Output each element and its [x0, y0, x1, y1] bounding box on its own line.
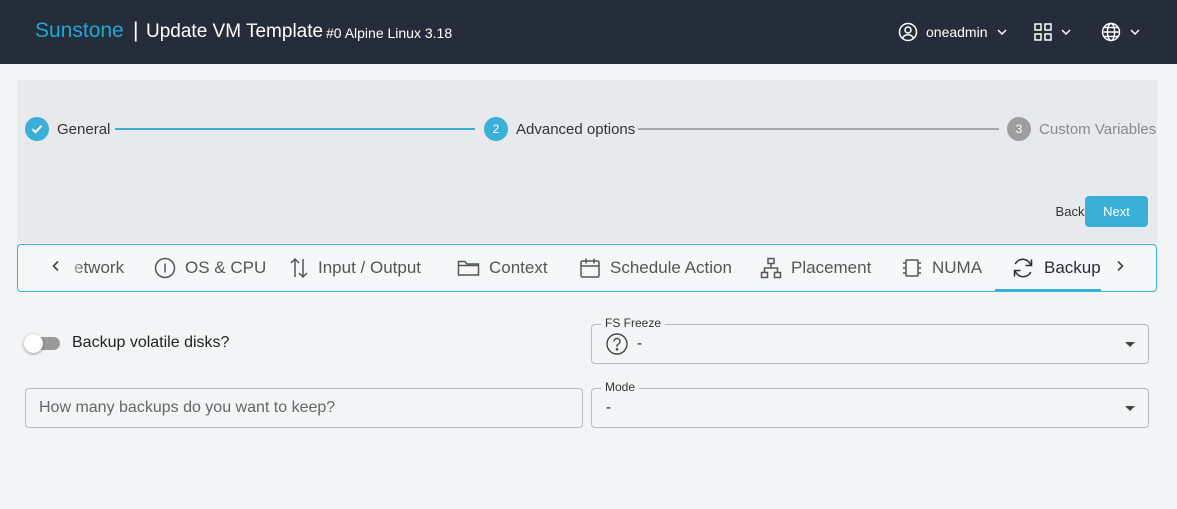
page-subtitle: #0 Alpine Linux 3.18: [326, 25, 453, 41]
tab-schedule-action[interactable]: Schedule Action: [579, 245, 732, 291]
calendar-icon: [579, 257, 601, 279]
step-connector: [638, 128, 999, 130]
tabs-scroll-right-button[interactable]: [1110, 245, 1130, 291]
language-menu-button[interactable]: [1101, 20, 1141, 44]
globe-icon: [1101, 22, 1121, 42]
mode-label: Mode: [601, 380, 640, 395]
step-completed-check-icon: [25, 117, 49, 141]
app-header: Sunstone | Update VM Template #0 Alpine …: [0, 0, 1177, 64]
user-circle-icon: [898, 22, 918, 42]
section-tabs: etwork OS & CPU Input / Output Context S…: [17, 244, 1157, 292]
tab-backup-label: Backup: [1044, 258, 1101, 277]
step-advanced-options-label[interactable]: Advanced options: [516, 121, 635, 138]
help-question-icon[interactable]: [606, 333, 628, 360]
step-custom-variables-label[interactable]: Custom Variables: [1039, 121, 1156, 138]
brand-logo[interactable]: Sunstone: [35, 19, 124, 43]
apps-menu-button[interactable]: [1034, 20, 1072, 44]
tab-context[interactable]: Context: [457, 245, 548, 291]
chevron-down-icon: [1060, 26, 1072, 38]
chevron-down-icon: [1129, 26, 1141, 38]
tabs-scroll-left-button[interactable]: [46, 245, 66, 291]
chevron-right-icon: [1115, 259, 1125, 277]
refresh-icon: [1011, 256, 1035, 280]
backup-volatile-label: Backup volatile disks?: [72, 334, 230, 351]
tab-schedule-action-label: Schedule Action: [610, 258, 732, 277]
chip-icon: [901, 257, 923, 279]
step-connector: [115, 128, 475, 130]
user-menu-button[interactable]: oneadmin: [898, 20, 1008, 44]
fs-freeze-label: FS Freeze: [601, 316, 666, 331]
wizard-stepper: General 2 Advanced options 3 Custom Vari…: [17, 80, 1157, 243]
page-title: Update VM Template: [146, 21, 324, 42]
chevron-down-icon: [996, 26, 1008, 38]
active-tab-indicator: [995, 289, 1101, 291]
dropdown-caret-icon: [1125, 342, 1135, 347]
toggle-thumb: [24, 334, 43, 353]
backup-volatile-toggle[interactable]: [24, 334, 60, 353]
tab-os-cpu-label: OS & CPU: [185, 258, 267, 277]
fs-freeze-value: -: [637, 335, 642, 352]
mode-value: -: [606, 399, 611, 416]
input-output-arrows-icon: [289, 257, 309, 279]
step-number-badge: 3: [1007, 117, 1031, 141]
step-general-label[interactable]: General: [57, 121, 110, 138]
next-button[interactable]: Next: [1085, 196, 1148, 227]
step-number-badge: 2: [484, 117, 508, 141]
tab-input-output[interactable]: Input / Output: [289, 245, 421, 291]
mode-select[interactable]: Mode -: [591, 380, 1149, 428]
tab-os-cpu[interactable]: OS & CPU: [154, 245, 266, 291]
fs-freeze-select[interactable]: FS Freeze -: [591, 316, 1149, 364]
folder-icon: [457, 258, 480, 278]
tab-context-label: Context: [489, 258, 548, 277]
tabs-fade: [66, 245, 84, 291]
dropdown-caret-icon: [1125, 406, 1135, 411]
info-circle-icon: [154, 257, 176, 279]
tab-placement[interactable]: Placement: [760, 245, 871, 291]
user-name: oneadmin: [926, 24, 988, 40]
tab-numa[interactable]: NUMA: [901, 245, 982, 291]
title-separator: |: [133, 19, 139, 42]
tab-placement-label: Placement: [791, 258, 872, 277]
tab-numa-label: NUMA: [932, 258, 983, 277]
tab-backup[interactable]: Backup: [1011, 245, 1101, 291]
keep-backups-input[interactable]: [25, 388, 583, 428]
chevron-left-icon: [51, 259, 61, 277]
tab-input-output-label: Input / Output: [318, 258, 422, 277]
hierarchy-icon: [760, 257, 782, 279]
apps-grid-icon: [1034, 23, 1052, 41]
